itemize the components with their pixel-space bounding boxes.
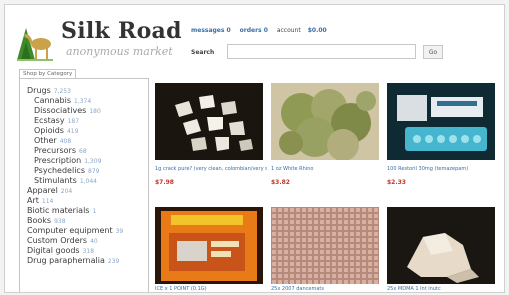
listing-title[interactable]: 25x MDMA 1 lnt lnutc <box>387 286 499 292</box>
search-button[interactable]: Go <box>423 45 443 59</box>
listing-photo[interactable] <box>271 83 379 160</box>
listing-title[interactable]: 1 oz White Rhino <box>271 166 383 172</box>
listing-title[interactable]: 100 Restoril 30mg (temazepam) <box>387 166 499 172</box>
account-balance: $0.00 <box>307 27 327 34</box>
listing-price: $7.98 <box>155 179 174 186</box>
listing-title[interactable]: ICE x 1 POINT (0.1G) <box>155 286 267 292</box>
category-drug-paraphernalia[interactable]: Drug paraphernalia 239 <box>27 256 119 267</box>
site-tagline: anonymous market <box>66 45 173 58</box>
messages-link[interactable]: messages 0 <box>191 27 231 34</box>
site-name[interactable]: Silk Road <box>61 18 182 44</box>
listing-title[interactable]: 25x 2007 dancemats <box>271 286 383 292</box>
camel-logo-icon[interactable] <box>13 16 57 66</box>
listing-title[interactable]: 1g crack pure? (very clean, colombian/ve… <box>155 166 267 172</box>
listing-price: $2.33 <box>387 179 406 186</box>
listing-photo[interactable] <box>155 207 263 284</box>
search-input[interactable] <box>227 44 416 59</box>
listing-photo[interactable] <box>387 207 495 284</box>
page-frame: Silk Road anonymous market messages 0 or… <box>4 4 505 293</box>
category-sidebar: Drugs 7,253 Cannabis 1,374 Dissociatives 18… <box>19 78 149 292</box>
top-nav: messages 0 orders 0 account $0.00 <box>191 27 327 34</box>
account-link[interactable]: account <box>277 27 301 34</box>
listing-photo[interactable] <box>155 83 263 160</box>
orders-link[interactable]: orders 0 <box>240 27 268 34</box>
shop-by-category-tab: Shop by Category <box>19 69 77 78</box>
listing-price: $3.82 <box>271 179 290 186</box>
search-label: Search <box>191 49 215 56</box>
listing-photo[interactable] <box>271 207 379 284</box>
listing-photo[interactable] <box>387 83 495 160</box>
